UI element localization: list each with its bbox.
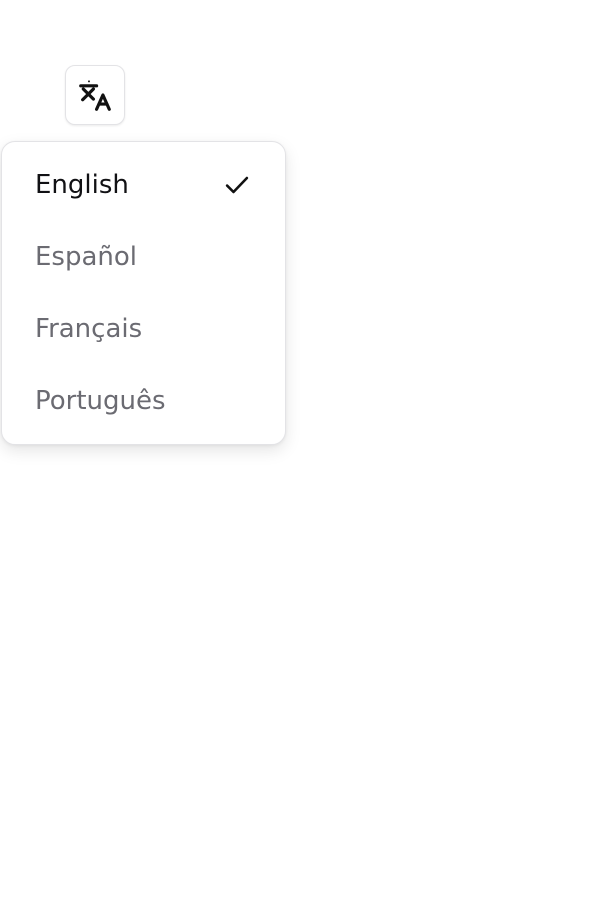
language-dropdown-menu: English Español Français Português [1,141,286,445]
language-option-label: Español [35,242,138,272]
checkmark-icon [225,176,249,194]
language-option-english[interactable]: English [2,149,285,221]
language-option-portugues[interactable]: Português [2,365,285,437]
language-option-espanol[interactable]: Español [2,221,285,293]
language-option-label: Français [35,314,143,344]
page: English Español Français Português [0,0,608,920]
translate-icon [79,80,111,111]
language-option-francais[interactable]: Français [2,293,285,365]
language-option-label: English [35,170,129,200]
language-toggle-button[interactable] [65,65,125,125]
language-option-label: Português [35,386,166,416]
